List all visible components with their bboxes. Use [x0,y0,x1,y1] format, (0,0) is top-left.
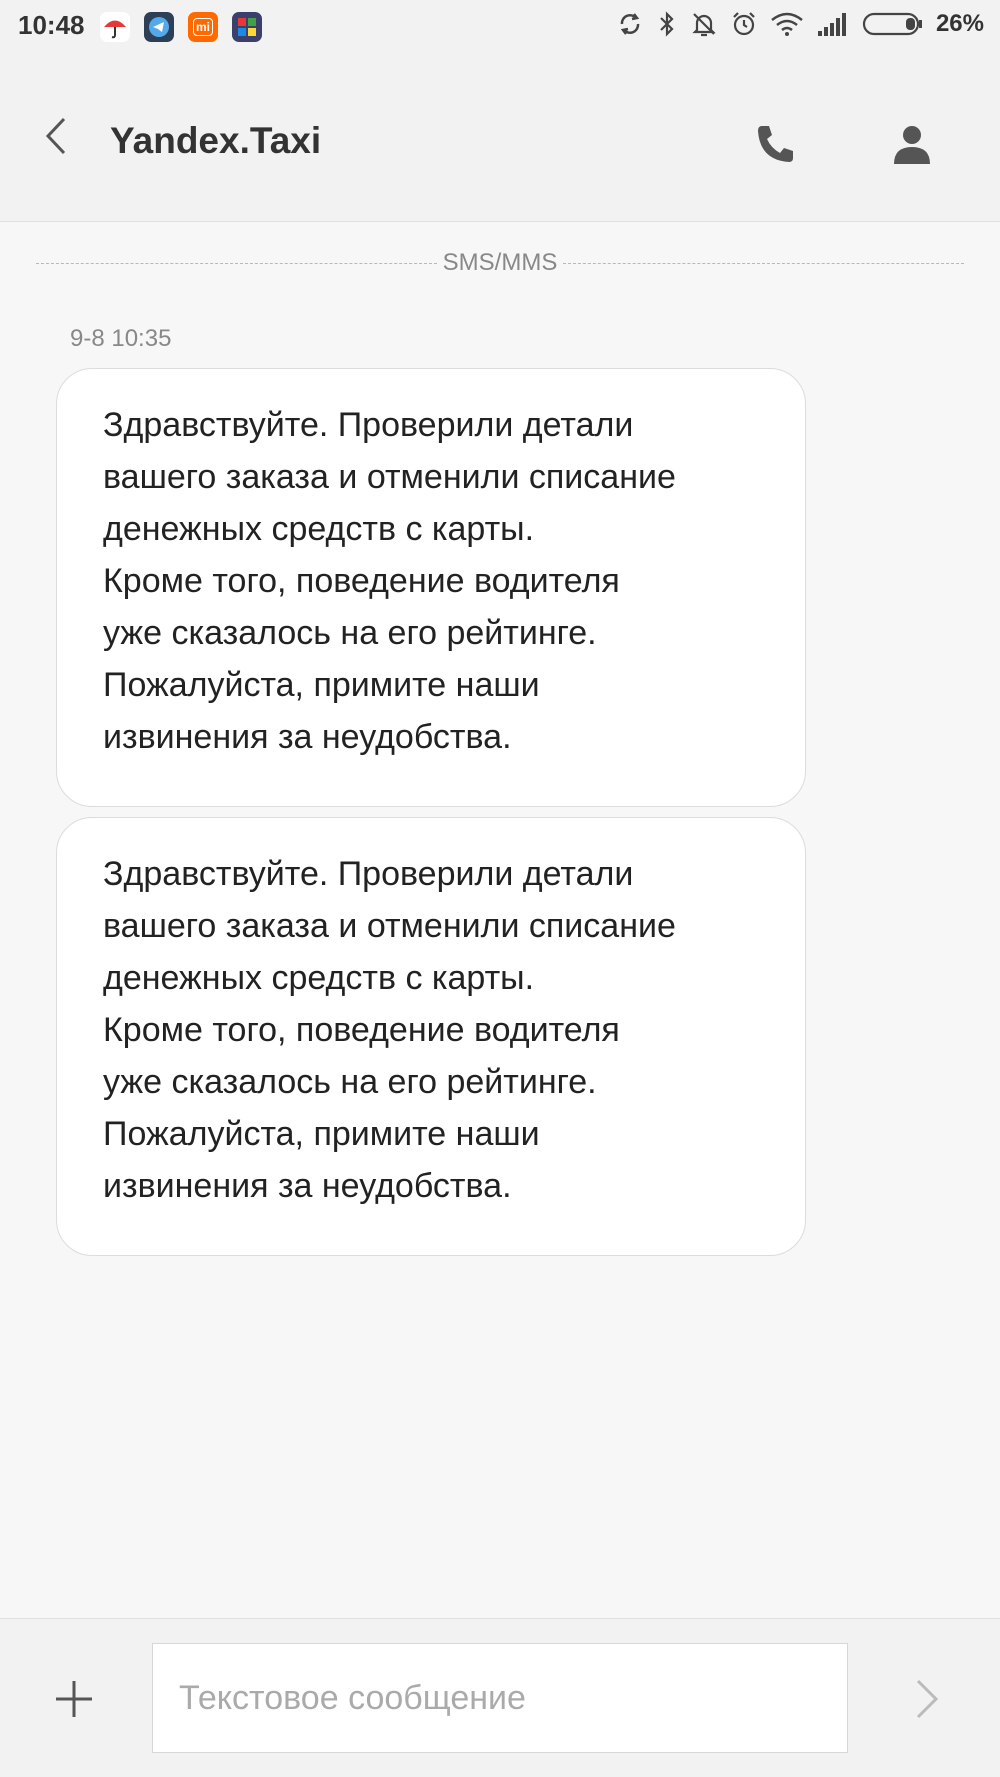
signal-icon [817,13,846,36]
status-system-icons: 26% [616,10,984,38]
mi-icon: mi [188,12,218,42]
message-timestamp: 9-8 10:35 [70,325,172,352]
message-input[interactable] [152,1643,848,1753]
alarm-icon [733,12,755,36]
mi-icon-label: mi [192,18,213,36]
phone-icon [758,126,793,162]
add-attachment-button[interactable] [52,1677,96,1721]
sync-icon [620,13,640,35]
back-button[interactable] [40,111,76,161]
divider-line [36,262,437,264]
status-time: 10:48 [18,10,85,40]
status-bar: 10:48 mi 26% [0,0,1000,56]
divider-line [563,262,965,264]
message-bubble[interactable]: Здравствуйте. Проверили детали вашего за… [56,368,806,807]
message-composer [0,1618,1000,1777]
call-button[interactable] [752,120,800,168]
battery-percent: 26% [935,10,984,37]
puzzle-icon [232,12,262,42]
channel-label: SMS/MMS [442,249,558,276]
channel-divider: SMS/MMS [36,248,965,278]
bluetooth-icon [660,11,674,37]
contact-button[interactable] [888,120,936,168]
messaging-screen: 10:48 mi 26% Yandex.Taxi SMS/MMS 9-8 10:… [0,0,1000,1777]
telegram-icon [144,12,174,42]
plus-icon [56,1681,92,1717]
person-icon [894,126,930,164]
message-bubble[interactable]: Здравствуйте. Проверили детали вашего за… [56,817,806,1256]
chevron-left-icon [45,117,66,155]
battery-icon [862,12,922,36]
mute-icon [692,13,716,37]
umbrella-icon [100,12,130,42]
conversation-header: Yandex.Taxi [0,56,1000,222]
wifi-icon [771,12,803,36]
contact-name: Yandex.Taxi [110,120,322,161]
chevron-right-icon [916,1679,939,1719]
send-button[interactable] [912,1675,942,1723]
status-app-icons: mi [100,12,262,42]
